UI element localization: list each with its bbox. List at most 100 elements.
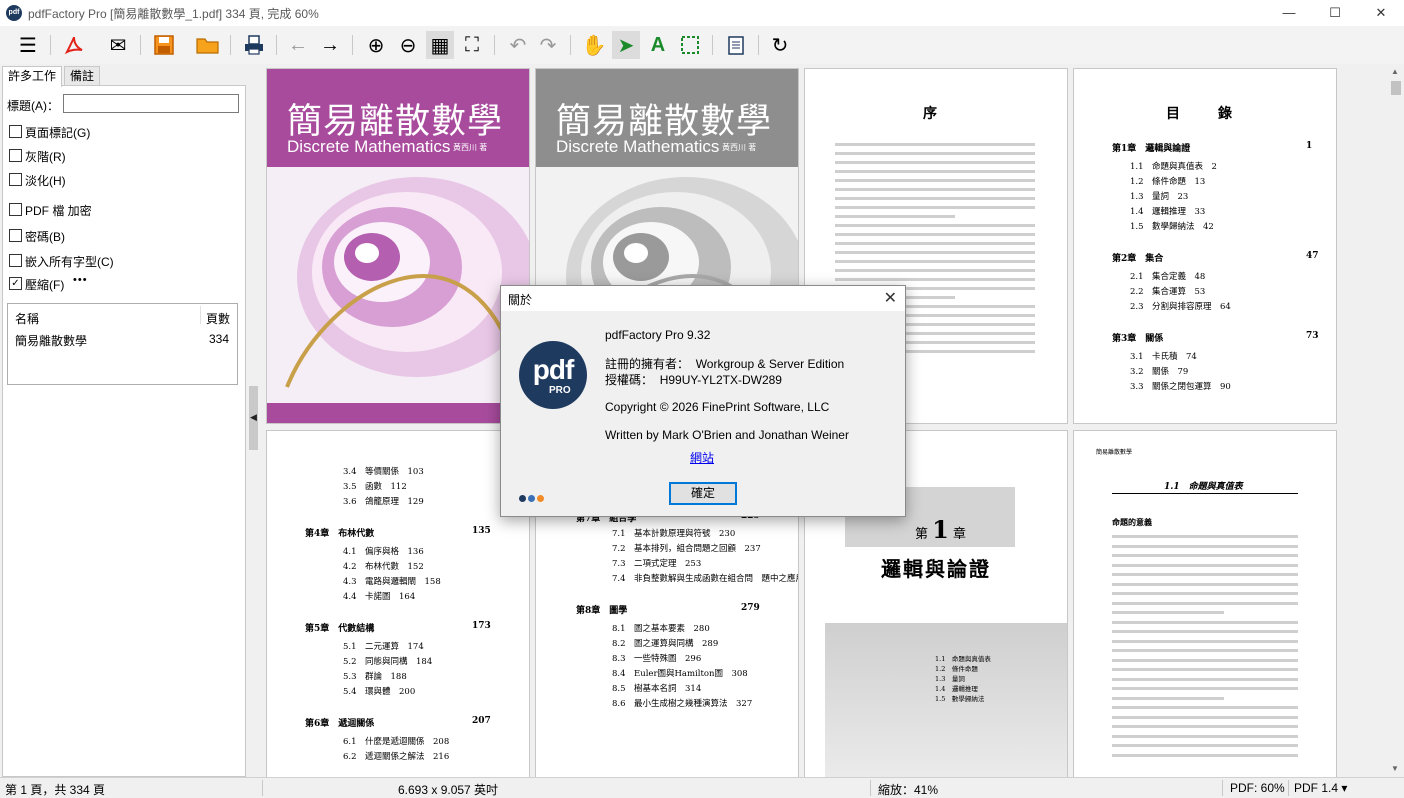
toc-chapter: 第8章 圖學: [576, 606, 628, 616]
embed-fonts-label: 嵌入所有字型(C): [25, 255, 114, 269]
chapter-title: 邏輯與論證: [881, 557, 991, 581]
toc-chapter-page: 173: [472, 621, 491, 631]
toolbar-separator: [352, 35, 353, 55]
page-thumbnail-toc-2[interactable]: 3.4 等價關係 103 3.5 函數 112 3.6 鴿籠原理 129 第4章 布林…: [267, 431, 529, 777]
password-checkbox[interactable]: [9, 229, 22, 242]
toc-item: 3.4 等價關係 103: [343, 467, 424, 477]
maximize-button[interactable]: ☐: [1312, 0, 1358, 26]
cover-subtitle-gray: Discrete Mathematics: [556, 137, 720, 156]
key-label: 授權碼：: [605, 373, 654, 387]
page-thumbnail-section[interactable]: 簡易離散數學 1.1 命題與真值表 命題的意義: [1074, 431, 1336, 777]
email-icon[interactable]: ✉: [104, 31, 132, 59]
list-header-pages[interactable]: 頁數: [206, 310, 230, 327]
zoom-in-icon[interactable]: ⊕: [362, 31, 390, 59]
app-icon: pdf: [6, 5, 22, 21]
text-line: [1112, 592, 1298, 595]
forward-arrow-icon[interactable]: →: [316, 31, 344, 59]
toolbar-separator: [494, 35, 495, 55]
toc-chapter-page: 73: [1306, 331, 1319, 341]
tab-tasks[interactable]: 許多工作: [2, 66, 63, 87]
text-line: [1112, 535, 1298, 538]
more-options-button[interactable]: •••: [73, 274, 88, 286]
owner-label: 註冊的擁有者：: [605, 357, 690, 371]
toc-item: 1.4 邏輯推理 33: [1130, 207, 1206, 217]
encrypt-checkbox[interactable]: [9, 203, 22, 216]
compress-label: 壓縮(F): [25, 278, 65, 292]
text-line: [1112, 677, 1298, 681]
embed-fonts-checkbox[interactable]: [9, 254, 22, 267]
toc-title: 目 錄: [1166, 106, 1244, 122]
status-separator: [1222, 780, 1223, 796]
status-bar: 第 1 頁，共 334 頁 6.693 x 9.057 英吋 縮放：41% PD…: [0, 777, 1404, 798]
grayscale-checkbox[interactable]: [9, 149, 22, 162]
toc-chapter-page: 279: [741, 603, 760, 613]
toc-item: 2.2 集合運算 53: [1130, 287, 1206, 297]
list-header-name[interactable]: 名稱: [15, 310, 39, 327]
toc-chapter: 第4章 布林代數: [305, 529, 375, 539]
menu-icon[interactable]: ☰: [14, 31, 42, 59]
scrollbar-thumb[interactable]: [1391, 81, 1401, 95]
tab-notes[interactable]: 備註: [64, 66, 101, 86]
toc-item: 1.1 命題與真值表 2: [1130, 162, 1217, 172]
title-input[interactable]: [63, 94, 239, 113]
grid-view-icon[interactable]: ▦: [426, 31, 454, 59]
scroll-up-icon[interactable]: ▲: [1391, 67, 1399, 76]
text-line: [835, 170, 1035, 173]
open-folder-icon[interactable]: [194, 31, 222, 59]
status-separator: [1288, 780, 1289, 796]
zoom-out-icon[interactable]: ⊖: [394, 31, 422, 59]
back-arrow-icon[interactable]: ←: [284, 31, 312, 59]
page-marks-label: 頁面標記(G): [25, 126, 91, 140]
notes-icon[interactable]: [722, 31, 750, 59]
toc-item: 7.3 二項式定理 253: [612, 559, 702, 569]
hand-tool-icon[interactable]: ✋: [580, 31, 608, 59]
toc-chapter-page: 207: [472, 716, 491, 726]
dialog-close-icon[interactable]: ✕: [884, 288, 897, 308]
page-marks-checkbox[interactable]: [9, 125, 22, 138]
toc-chapter: 第1章 邏輯與論證: [1112, 144, 1191, 154]
text-line: [835, 197, 1035, 200]
refresh-icon[interactable]: ↻: [766, 31, 794, 59]
chapter-section-item: 1.1 命題與真值表: [935, 655, 991, 663]
text-tool-icon[interactable]: A: [644, 31, 672, 59]
toc-item: 8.3 一些特殊圖 296: [612, 654, 702, 664]
list-item-name[interactable]: 簡易離散數學: [15, 332, 87, 349]
owner-value: Workgroup & Server Edition: [695, 357, 845, 371]
redo-icon[interactable]: ↷: [534, 31, 562, 59]
encrypt-label: PDF 檔 加密: [25, 204, 92, 218]
minimize-button[interactable]: —: [1266, 0, 1312, 26]
website-link[interactable]: 網站: [690, 449, 714, 466]
scroll-down-icon[interactable]: ▼: [1391, 764, 1399, 773]
text-line: [1112, 639, 1298, 643]
toc-item: 4.3 電路與邏輯閘 158: [343, 577, 441, 587]
page-thumbnail-cover[interactable]: 簡易離散數學 Discrete Mathematics 黃西川 著: [267, 69, 529, 423]
chapter-number: 第 1 章: [915, 515, 966, 544]
save-icon[interactable]: [150, 31, 178, 59]
undo-icon[interactable]: ↶: [504, 31, 532, 59]
window-title: pdfFactory Pro [簡易離散數學_1.pdf] 334 頁, 完成 …: [28, 7, 319, 21]
marquee-tool-icon[interactable]: [676, 31, 704, 59]
print-icon[interactable]: [240, 31, 268, 59]
pdf-icon[interactable]: [60, 31, 88, 59]
toc-item: 5.4 環與體 200: [343, 687, 416, 697]
text-line: [835, 161, 1035, 164]
ok-button[interactable]: 確定: [669, 482, 737, 505]
compress-checkbox[interactable]: ✓: [9, 277, 22, 290]
document-list[interactable]: 名稱 頁數 簡易離散數學 334: [7, 303, 238, 385]
fit-page-icon[interactable]: ⛶: [458, 31, 486, 59]
vertical-scrollbar[interactable]: ▲ ▼: [1388, 64, 1404, 777]
copyright-text: Copyright © 2026 FinePrint Software, LLC: [605, 400, 830, 414]
toc-item: 8.1 圖之基本要素 280: [612, 624, 710, 634]
select-tool-icon[interactable]: ➤: [612, 31, 640, 59]
pdf-version-dropdown[interactable]: PDF 1.4 ▾: [1294, 781, 1347, 795]
text-line: [1112, 725, 1298, 728]
toc-chapter-page: 1: [1306, 141, 1313, 151]
close-window-button[interactable]: ✕: [1358, 0, 1404, 26]
text-line: [1112, 620, 1298, 624]
status-separator: [262, 780, 263, 796]
toc-item: 6.2 遞迴關係之解法 216: [343, 752, 450, 762]
toolbar-separator: [712, 35, 713, 55]
text-line: [1112, 573, 1298, 576]
fade-checkbox[interactable]: [9, 173, 22, 186]
page-thumbnail-toc[interactable]: 目 錄 第1章 邏輯與論證 1 1.1 命題與真值表 2 1.2 條件命題 13 1.3…: [1074, 69, 1336, 423]
